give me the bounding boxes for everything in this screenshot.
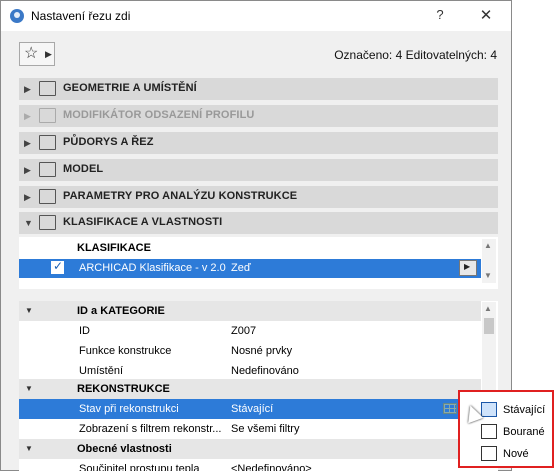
section-geometry[interactable]: ▶ GEOMETRIE A UMÍSTĚNÍ <box>19 78 498 100</box>
properties-list: ▼ ID a KATEGORIE ID Z007 Funkce konstruk… <box>19 301 498 471</box>
classification-picker-button[interactable] <box>459 260 477 276</box>
existing-icon <box>481 402 497 417</box>
property-key: Součinitel prostupu tepla <box>79 463 200 471</box>
property-row-renovation-status[interactable]: Stav při rekonstrukci Stávající <box>19 399 481 419</box>
menu-item-label: Stávající <box>503 404 546 416</box>
collapse-arrow-icon: ▼ <box>25 444 33 453</box>
classification-scrollbar[interactable]: ▲ ▼ <box>482 239 496 283</box>
property-key: Umístění <box>79 365 124 377</box>
section-label: PŮDORYS A ŘEZ <box>63 136 154 148</box>
property-key: ID <box>79 325 90 337</box>
property-key: Funkce konstrukce <box>79 345 172 357</box>
selection-count: Označeno: 4 Editovatelných: 4 <box>334 48 497 62</box>
model-icon <box>39 162 56 177</box>
close-button[interactable]: ✕ <box>479 6 493 24</box>
new-icon <box>481 446 497 461</box>
property-row[interactable]: ID Z007 <box>19 321 481 341</box>
menu-item-new[interactable]: Nové <box>478 444 552 464</box>
expand-arrow-icon: ▶ <box>24 111 31 121</box>
expand-arrow-icon: ▶ <box>24 165 31 175</box>
section-label: GEOMETRIE A UMÍSTĚNÍ <box>63 82 197 94</box>
property-row[interactable]: Zobrazení s filtrem rekonstr... Se všemi… <box>19 419 481 439</box>
archicad-app-icon <box>10 9 24 23</box>
menu-item-existing[interactable]: Stávající <box>478 400 552 420</box>
window-title: Nastavení řezu zdi <box>31 9 131 23</box>
renovation-status-popup: Stávající Bourané Nové <box>458 390 554 468</box>
group-id-category[interactable]: ▼ ID a KATEGORIE <box>19 301 481 321</box>
property-value[interactable]: <Nedefinováno> <box>231 463 312 471</box>
demolished-icon <box>481 424 497 439</box>
section-floorplan[interactable]: ▶ PŮDORYS A ŘEZ <box>19 132 498 154</box>
chevron-right-icon: ▶ <box>45 49 52 59</box>
section-label: KLASIFIKACE A VLASTNOSTI <box>63 216 223 228</box>
group-renovation[interactable]: ▼ REKONSTRUKCE <box>19 379 481 399</box>
property-row[interactable]: Součinitel prostupu tepla <Nedefinováno> <box>19 459 481 471</box>
structural-analysis-icon <box>39 189 56 204</box>
profile-offset-icon <box>39 108 56 123</box>
property-value[interactable]: Stávající <box>231 403 273 415</box>
property-value[interactable]: Se všemi filtry <box>231 423 299 435</box>
help-button[interactable]: ? <box>433 7 447 22</box>
group-label: Obecné vlastnosti <box>77 443 172 455</box>
classification-checkbox[interactable] <box>51 259 64 274</box>
scroll-down-icon[interactable]: ▼ <box>484 271 492 281</box>
favorites-button[interactable]: ☆ ▶ <box>19 42 55 66</box>
group-label: ID a KATEGORIE <box>77 305 165 317</box>
property-value[interactable]: Nosné prvky <box>231 345 292 357</box>
menu-item-label: Bourané <box>503 426 545 438</box>
title-bar: Nastavení řezu zdi ? ✕ <box>1 1 511 31</box>
expand-arrow-icon: ▶ <box>24 192 31 202</box>
section-classification[interactable]: ▼ KLASIFIKACE A VLASTNOSTI <box>19 212 498 234</box>
group-general[interactable]: ▼ Obecné vlastnosti <box>19 439 481 459</box>
classification-value: Zeď <box>231 262 251 274</box>
property-row[interactable]: Funkce konstrukce Nosné prvky <box>19 341 481 361</box>
classification-header: KLASIFIKACE <box>77 242 151 254</box>
scroll-up-icon[interactable]: ▲ <box>484 241 492 251</box>
section-structural-analysis[interactable]: ▶ PARAMETRY PRO ANALÝZU KONSTRUKCE <box>19 186 498 208</box>
classification-icon <box>39 215 56 230</box>
star-icon: ☆ <box>24 45 39 62</box>
classification-system: ARCHICAD Klasifikace - v 2.0 <box>79 262 226 274</box>
collapse-arrow-icon: ▼ <box>25 384 33 393</box>
properties-scrollbar[interactable]: ▲ <box>482 302 496 392</box>
menu-item-demolished[interactable]: Bourané <box>478 422 552 442</box>
property-key: Zobrazení s filtrem rekonstr... <box>79 423 222 435</box>
property-value[interactable]: Nedefinováno <box>231 365 299 377</box>
menu-item-label: Nové <box>503 448 529 460</box>
collapse-arrow-icon: ▼ <box>25 306 33 315</box>
section-label: MODIFIKÁTOR ODSAZENÍ PROFILU <box>63 109 255 121</box>
property-value[interactable]: Z007 <box>231 325 256 337</box>
popup-menu: Stávající Bourané Nové <box>478 398 552 464</box>
section-label: PARAMETRY PRO ANALÝZU KONSTRUKCE <box>63 190 298 202</box>
property-row[interactable]: Umístění Nedefinováno <box>19 361 481 381</box>
section-label: MODEL <box>63 163 104 175</box>
settings-dialog: Nastavení řezu zdi ? ✕ ☆ ▶ Označeno: 4 E… <box>0 0 512 471</box>
collapse-arrow-icon: ▼ <box>24 218 33 228</box>
scrollbar-thumb[interactable] <box>484 318 494 334</box>
brick-wall-icon <box>443 403 457 414</box>
property-key: Stav při rekonstrukci <box>79 403 179 415</box>
classification-row[interactable]: ARCHICAD Klasifikace - v 2.0 Zeď <box>19 259 481 278</box>
section-model[interactable]: ▶ MODEL <box>19 159 498 181</box>
floorplan-icon <box>39 135 56 150</box>
geometry-icon <box>39 81 56 96</box>
scroll-up-icon[interactable]: ▲ <box>484 304 492 314</box>
expand-arrow-icon: ▶ <box>24 138 31 148</box>
section-profile-offset: ▶ MODIFIKÁTOR ODSAZENÍ PROFILU <box>19 105 498 127</box>
expand-arrow-icon: ▶ <box>24 84 31 94</box>
group-label: REKONSTRUKCE <box>77 383 170 395</box>
